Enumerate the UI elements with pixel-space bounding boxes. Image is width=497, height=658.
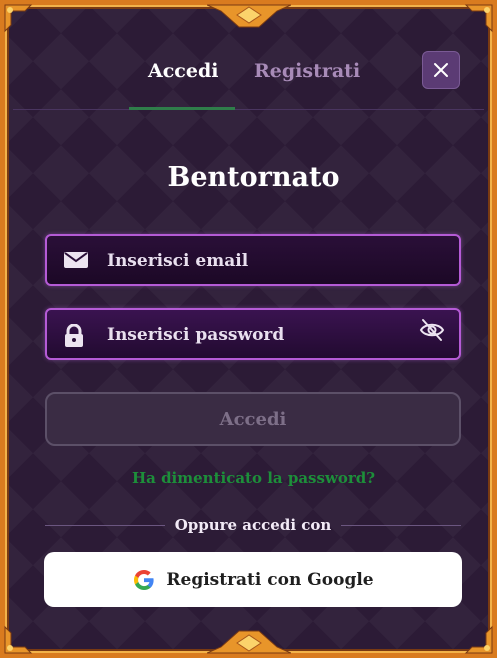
email-input[interactable]: [105, 236, 409, 286]
corner-ornament: [4, 625, 33, 654]
password-input[interactable]: [105, 310, 409, 360]
tab-login[interactable]: Accedi: [148, 60, 218, 82]
page-title: Bentornato: [167, 162, 340, 193]
corner-ornament: [4, 4, 33, 33]
close-button[interactable]: [422, 51, 460, 89]
password-field: [45, 308, 461, 360]
forgot-password-link[interactable]: Ha dimenticato la password?: [5, 469, 497, 487]
envelope-icon: [64, 252, 88, 268]
tabs-divider: [13, 109, 484, 110]
email-field: [45, 234, 461, 286]
login-modal: Accedi Registrati Bentornato Accedi Ha d…: [0, 0, 497, 658]
corner-ornament: [464, 625, 493, 654]
crest-ornament: [206, 4, 291, 28]
divider-line: [341, 525, 461, 526]
crest-ornament: [206, 630, 291, 654]
eye-off-icon[interactable]: [419, 318, 445, 342]
alt-login-divider: Oppure accedi con: [45, 515, 461, 535]
close-icon: [434, 63, 448, 77]
google-button-label: Registrati con Google: [166, 569, 374, 590]
lock-icon: [65, 324, 83, 347]
corner-ornament: [464, 4, 493, 33]
login-button[interactable]: Accedi: [45, 392, 461, 446]
tab-register[interactable]: Registrati: [254, 60, 360, 82]
google-icon: [134, 569, 154, 590]
google-signin-button[interactable]: Registrati con Google: [44, 552, 462, 607]
active-tab-indicator: [129, 107, 235, 110]
